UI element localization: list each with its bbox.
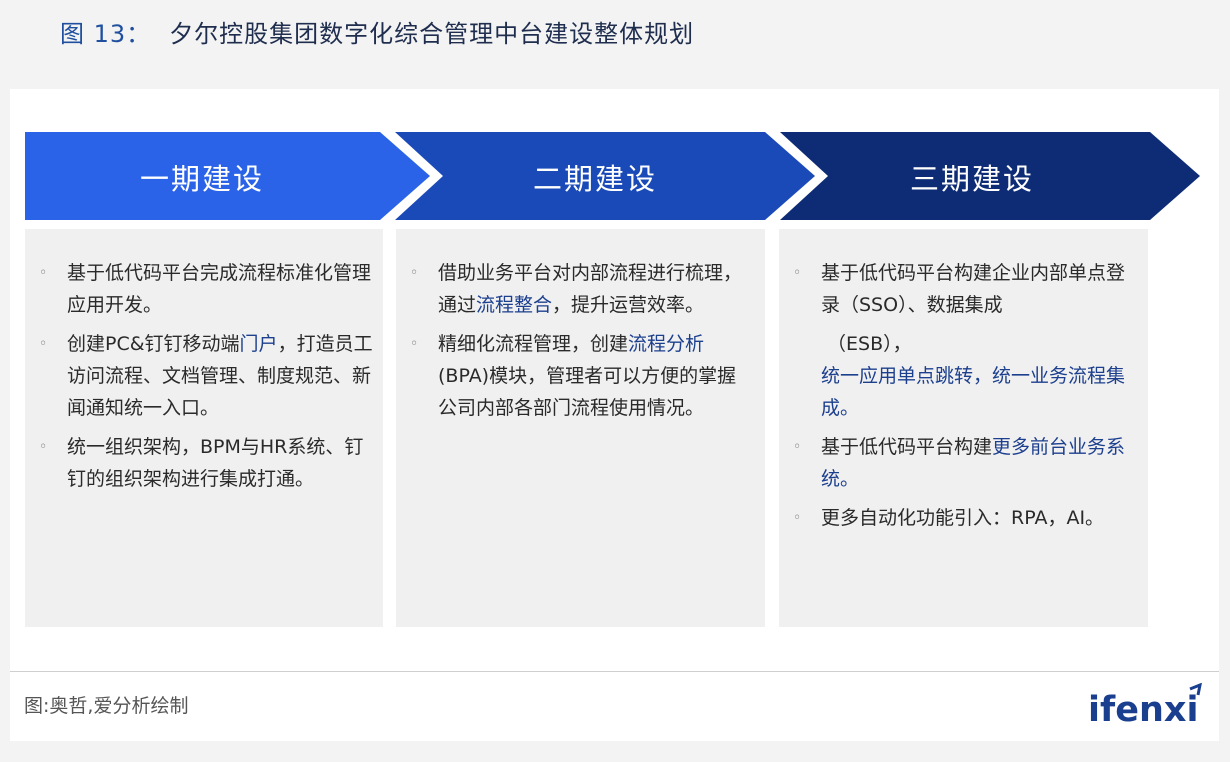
item-text: 基于低代码平台构建 <box>821 436 993 458</box>
item-text: 精细化流程管理，创建 <box>438 333 629 355</box>
highlight-text: 流程分析 <box>628 333 705 355</box>
item-text: (BPA)模块，管理者可以方便的掌握公司内部各部门流程使用情况。 <box>438 365 737 419</box>
bullet-icon: ◦ <box>410 336 419 352</box>
item-text: 更多自动化功能引入：RPA，AI。 <box>821 507 1105 529</box>
bullet-icon: ◦ <box>793 265 802 281</box>
item-text: 基于低代码平台构建企业内部单点登录（SSO）、数据集成 <box>821 262 1126 316</box>
bullet-item: ◦ 基于低代码平台构建更多前台业务系统。 <box>793 431 1138 495</box>
figure-number: 图 13： <box>60 20 152 48</box>
bullet-item: ◦ 精细化流程管理，创建流程分析 (BPA)模块，管理者可以方便的掌握公司内部各部门… <box>410 328 755 424</box>
figure-title: 图 13： 夕尔控股集团数字化综合管理中台建设整体规划 <box>60 14 694 49</box>
logo-text: ifenxi <box>1088 690 1198 729</box>
bullet-icon: ◦ <box>410 265 419 281</box>
phase3-column: ◦ 基于低代码平台构建企业内部单点登录（SSO）、数据集成 （ESB）， 统一应用单点… <box>779 229 1148 627</box>
phase2-list: ◦ 借助业务平台对内部流程进行梳理，通过流程整合，提升运营效率。 ◦ 精细化流程管理，… <box>410 257 755 424</box>
ifenxi-logo: ifenxi <box>1088 683 1202 729</box>
source-note: 图:奥哲,爱分析绘制 <box>24 695 189 717</box>
phase1-list: ◦ 基于低代码平台完成流程标准化管理应用开发。 ◦ 创建PC&钉钉移动端门户，打造员工… <box>39 257 373 495</box>
diagram-panel: 一期建设 二期建设 三期建设 ◦ 基于低代码平台完成流程标准化管理应用开发。 ◦ 创建… <box>10 89 1219 741</box>
bullet-item: ◦ 统一组织架构，BPM与HR系统、钉钉的组织架构进行集成打通。 <box>39 431 373 495</box>
item-text: 创建PC&钉钉移动端 <box>67 333 240 355</box>
phase2-column: ◦ 借助业务平台对内部流程进行梳理，通过流程整合，提升运营效率。 ◦ 精细化流程管理，… <box>396 229 765 627</box>
item-text: （ESB）， <box>827 333 912 355</box>
item-text: ，提升运营效率。 <box>552 294 705 316</box>
item-text: 统一组织架构，BPM与HR系统、钉钉的组织架构进行集成打通。 <box>67 436 364 490</box>
figure-title-text: 夕尔控股集团数字化综合管理中台建设整体规划 <box>169 20 695 48</box>
footer-divider <box>10 671 1219 672</box>
item-text: 基于低代码平台完成流程标准化管理应用开发。 <box>67 262 372 316</box>
phase1-column: ◦ 基于低代码平台完成流程标准化管理应用开发。 ◦ 创建PC&钉钉移动端门户，打造员工… <box>25 229 383 627</box>
highlight-text: 统一应用单点跳转，统一业务流程集成。 <box>821 365 1126 419</box>
bullet-item: ◦ 更多自动化功能引入：RPA，AI。 <box>793 502 1138 534</box>
bullet-item: ◦ 基于低代码平台完成流程标准化管理应用开发。 <box>39 257 373 321</box>
bullet-icon: ◦ <box>39 439 48 455</box>
bullet-icon: ◦ <box>793 510 802 526</box>
bullet-icon: ◦ <box>39 336 48 352</box>
phase2-label: 二期建设 <box>532 162 657 196</box>
bullet-icon: ◦ <box>39 265 48 281</box>
bullet-item: ◦ 借助业务平台对内部流程进行梳理，通过流程整合，提升运营效率。 <box>410 257 755 321</box>
phase-arrows <box>25 132 1200 220</box>
bullet-item: ◦ 创建PC&钉钉移动端门户，打造员工访问流程、文档管理、制度规范、新闻通知统一入… <box>39 328 373 424</box>
phase3-list: ◦ 基于低代码平台构建企业内部单点登录（SSO）、数据集成 （ESB）， 统一应用单点… <box>793 257 1138 534</box>
phase3-label: 三期建设 <box>909 162 1034 196</box>
highlight-text: 流程整合 <box>476 294 553 316</box>
highlight-text: 门户 <box>239 333 278 355</box>
bullet-item: ◦ 基于低代码平台构建企业内部单点登录（SSO）、数据集成 （ESB）， 统一应用单点… <box>793 257 1138 424</box>
bullet-icon: ◦ <box>793 439 802 455</box>
phase1-label: 一期建设 <box>139 162 264 196</box>
